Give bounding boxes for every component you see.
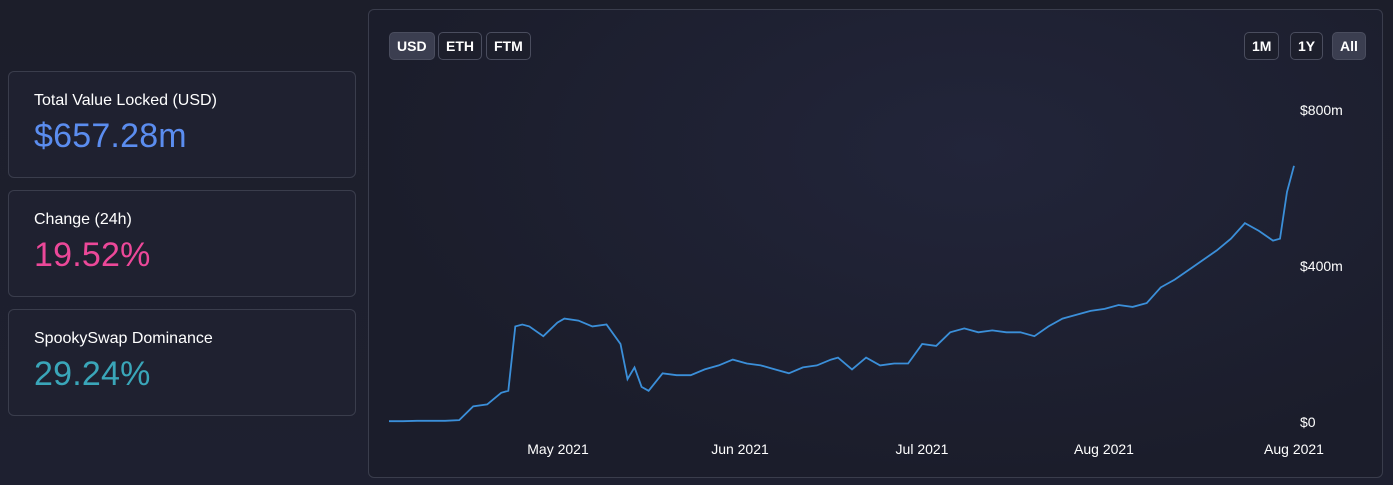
y-tick-label: $800m <box>1300 102 1343 118</box>
x-tick-label: Jul 2021 <box>896 441 949 457</box>
x-tick-label: Aug 2021 <box>1074 441 1134 457</box>
tvl-line-chart: $800m $400m $0 May 2021 Jun 2021 Jul 2021 Aug… <box>389 102 1343 457</box>
dominance-value: 29.24% <box>34 355 151 393</box>
change-card: Change (24h) 19.52% <box>8 190 356 297</box>
tvl-label: Total Value Locked (USD) <box>34 92 217 109</box>
chart-panel: USD ETH FTM 1M 1Y All $800m $400m $0 May 2… <box>368 9 1383 478</box>
tvl-series-line <box>389 165 1295 423</box>
tvl-card: Total Value Locked (USD) $657.28m <box>8 71 356 178</box>
x-tick-label: Aug 2021 <box>1264 441 1324 457</box>
change-label: Change (24h) <box>34 211 132 228</box>
tvl-value: $657.28m <box>34 117 187 155</box>
y-tick-label: $0 <box>1300 414 1316 430</box>
y-axis-ticks: $800m $400m $0 <box>1300 102 1343 430</box>
dashboard: Total Value Locked (USD) $657.28m Change… <box>0 0 1393 485</box>
x-tick-label: May 2021 <box>527 441 589 457</box>
dominance-label: SpookySwap Dominance <box>34 330 213 347</box>
x-tick-label: Jun 2021 <box>711 441 769 457</box>
y-tick-label: $400m <box>1300 258 1343 274</box>
dominance-card: SpookySwap Dominance 29.24% <box>8 309 356 416</box>
change-value: 19.52% <box>34 236 151 274</box>
x-axis-ticks: May 2021 Jun 2021 Jul 2021 Aug 2021 Aug 2021 <box>527 441 1324 457</box>
